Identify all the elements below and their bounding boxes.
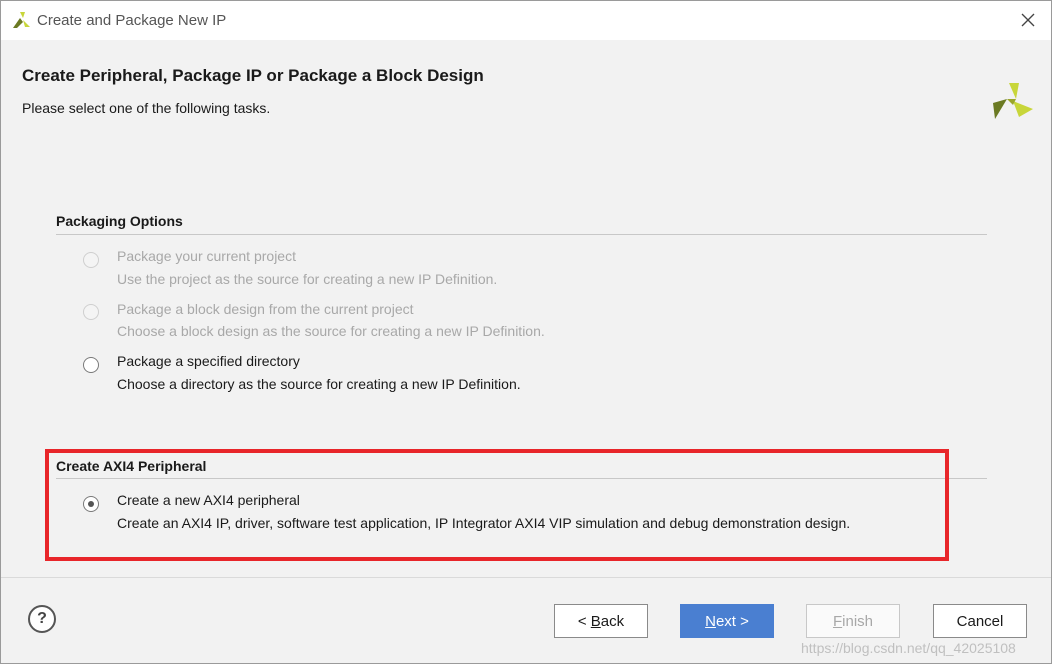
dialog-window: Create and Package New IP Create Periphe… bbox=[0, 0, 1052, 664]
cancel-button[interactable]: Cancel bbox=[933, 604, 1027, 638]
title-bar: Create and Package New IP bbox=[1, 1, 1051, 40]
package-current-project-label: Package your current project bbox=[117, 248, 296, 264]
help-icon[interactable]: ? bbox=[28, 605, 56, 633]
window-title: Create and Package New IP bbox=[37, 12, 227, 29]
finish-button-rest: inish bbox=[842, 612, 874, 630]
next-button-rest: ext > bbox=[715, 612, 749, 630]
back-button-rest: ack bbox=[600, 612, 625, 630]
package-current-project-description: Use the project as the source for creati… bbox=[117, 271, 498, 287]
page-title: Create Peripheral, Package IP or Package… bbox=[22, 66, 484, 85]
package-specified-directory-radio[interactable] bbox=[83, 357, 99, 373]
finish-button-mnemonic: F bbox=[832, 612, 843, 630]
packaging-divider bbox=[56, 234, 987, 235]
package-block-design-radio[interactable] bbox=[83, 304, 99, 320]
finish-button[interactable]: Finish bbox=[806, 604, 900, 638]
watermark-text: https://blog.csdn.net/qq_42025108 bbox=[801, 640, 1016, 656]
package-specified-directory-label[interactable]: Package a specified directory bbox=[117, 353, 300, 369]
packaging-options-title: Packaging Options bbox=[56, 213, 183, 229]
package-specified-directory-description: Choose a directory as the source for cre… bbox=[117, 376, 521, 392]
package-current-project-radio[interactable] bbox=[83, 252, 99, 268]
vivado-logo-icon bbox=[993, 83, 1033, 119]
package-block-design-description: Choose a block design as the source for … bbox=[117, 323, 545, 339]
next-button-mnemonic: N bbox=[705, 612, 716, 630]
back-button[interactable]: < Back bbox=[554, 604, 648, 638]
wizard-header: Create Peripheral, Package IP or Package… bbox=[1, 41, 1051, 131]
package-block-design-label: Package a block design from the current … bbox=[117, 301, 414, 317]
next-button[interactable]: Next > bbox=[680, 604, 774, 638]
back-button-mnemonic: B bbox=[590, 612, 601, 630]
app-logo-icon bbox=[13, 12, 30, 28]
back-button-prefix: < bbox=[577, 612, 591, 630]
highlight-annotation-box bbox=[45, 449, 949, 561]
page-subtitle: Please select one of the following tasks… bbox=[22, 100, 271, 116]
close-icon[interactable] bbox=[1019, 11, 1037, 29]
footer-divider bbox=[1, 577, 1051, 578]
